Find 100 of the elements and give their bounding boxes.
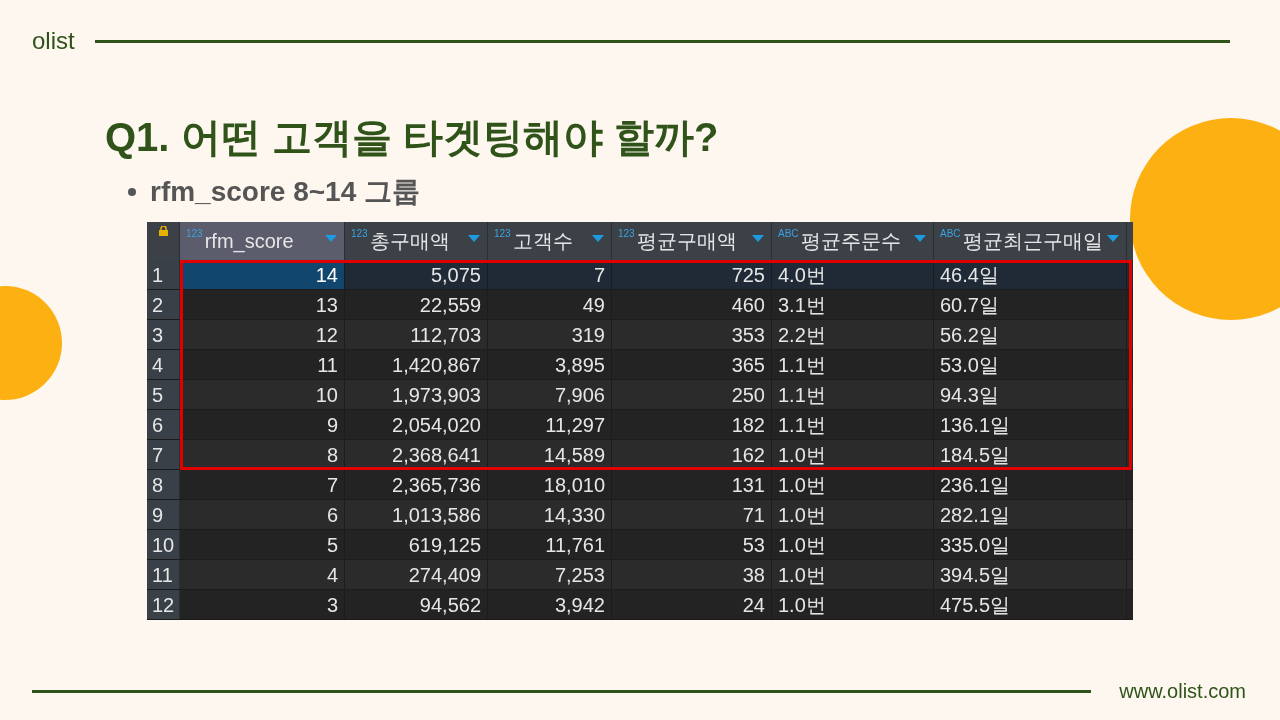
slide-title: Q1. 어떤 고객을 타겟팅해야 할까? — [105, 114, 720, 161]
table-cell: 3,895 — [488, 350, 612, 379]
table-cell: 7,906 — [488, 380, 612, 409]
table-cell: 619,125 — [345, 530, 488, 559]
row-number[interactable]: 5 — [147, 380, 180, 409]
table-cell: 2,054,020 — [345, 410, 488, 439]
table-cell: 7 — [180, 470, 345, 499]
table-cell: 1.0번 — [772, 590, 934, 619]
table-cell: 394.5일 — [934, 560, 1127, 589]
table-cell: 460 — [612, 290, 772, 319]
table-cell: 53 — [612, 530, 772, 559]
row-number[interactable]: 7 — [147, 440, 180, 469]
type-label: 123 — [351, 227, 368, 241]
bullet-text: rfm_score 8~14 그룹 — [150, 175, 421, 209]
table-cell: 71 — [612, 500, 772, 529]
table-cell: 14,330 — [488, 500, 612, 529]
table-cell: 1,420,867 — [345, 350, 488, 379]
table-cell: 12 — [180, 320, 345, 349]
table-cell: 53.0일 — [934, 350, 1127, 379]
table-cell: 8 — [180, 440, 345, 469]
table-cell: 13 — [180, 290, 345, 319]
row-number[interactable]: 8 — [147, 470, 180, 499]
table-cell: 9 — [180, 410, 345, 439]
type-label: ABC — [940, 227, 961, 241]
row-number[interactable]: 11 — [147, 560, 180, 589]
column-label: 총구매액 — [369, 229, 450, 254]
table-cell: 1.0번 — [772, 530, 934, 559]
table-cell: 24 — [612, 590, 772, 619]
bullet-icon — [128, 188, 136, 196]
table-cell: 184.5일 — [934, 440, 1127, 469]
table-cell: 6 — [180, 500, 345, 529]
table-cell: 475.5일 — [934, 590, 1127, 619]
row-number[interactable]: 10 — [147, 530, 180, 559]
table-cell: 2,368,641 — [345, 440, 488, 469]
table-cell: 1.0번 — [772, 500, 934, 529]
table-cell: 182 — [612, 410, 772, 439]
table-cell: 335.0일 — [934, 530, 1127, 559]
column-label: rfm_score — [204, 229, 294, 255]
table-cell: 4.0번 — [772, 260, 934, 289]
table-cell: 5 — [180, 530, 345, 559]
table-cell: 1.0번 — [772, 560, 934, 589]
table-cell: 94.3일 — [934, 380, 1127, 409]
table-cell: 725 — [612, 260, 772, 289]
type-label: ABC — [778, 227, 799, 241]
row-number[interactable]: 4 — [147, 350, 180, 379]
table-cell: 3,942 — [488, 590, 612, 619]
table-cell: 136.1일 — [934, 410, 1127, 439]
table-cell: 282.1일 — [934, 500, 1127, 529]
table-cell: 112,703 — [345, 320, 488, 349]
table-cell: 2.2번 — [772, 320, 934, 349]
table-cell: 5,075 — [345, 260, 488, 289]
table-cell: 7,253 — [488, 560, 612, 589]
type-label: 123 — [494, 227, 511, 241]
table-cell: 1.0번 — [772, 470, 934, 499]
sort-dropdown-icon[interactable] — [468, 235, 480, 242]
table-cell: 56.2일 — [934, 320, 1127, 349]
website-url: www.olist.com — [1119, 679, 1246, 704]
table-cell: 1.1번 — [772, 350, 934, 379]
type-label: 123 — [618, 227, 635, 241]
table-cell: 3.1번 — [772, 290, 934, 319]
sort-dropdown-icon[interactable] — [1107, 235, 1119, 242]
table-cell: 274,409 — [345, 560, 488, 589]
table-cell: 4 — [180, 560, 345, 589]
lock-icon — [158, 226, 168, 236]
column-label: 고객수 — [512, 229, 573, 254]
sort-dropdown-icon[interactable] — [325, 235, 337, 242]
table-cell: 1.1번 — [772, 380, 934, 409]
column-label: 평균구매액 — [636, 229, 737, 254]
row-number[interactable]: 6 — [147, 410, 180, 439]
sort-dropdown-icon[interactable] — [752, 235, 764, 242]
table-cell: 11,761 — [488, 530, 612, 559]
table-cell: 18,010 — [488, 470, 612, 499]
table-cell: 353 — [612, 320, 772, 349]
table-cell: 236.1일 — [934, 470, 1127, 499]
table-cell: 319 — [488, 320, 612, 349]
column-label: 평균주문수 — [800, 229, 901, 254]
sort-dropdown-icon[interactable] — [914, 235, 926, 242]
table-cell: 1,013,586 — [345, 500, 488, 529]
row-number[interactable]: 9 — [147, 500, 180, 529]
table-cell: 365 — [612, 350, 772, 379]
table-cell: 11 — [180, 350, 345, 379]
row-number[interactable]: 2 — [147, 290, 180, 319]
brand-name: olist — [32, 26, 75, 56]
table-cell: 10 — [180, 380, 345, 409]
table-cell: 131 — [612, 470, 772, 499]
table-cell: 1.1번 — [772, 410, 934, 439]
table-cell: 60.7일 — [934, 290, 1127, 319]
row-number[interactable]: 3 — [147, 320, 180, 349]
row-number[interactable]: 12 — [147, 590, 180, 619]
table-cell: 2,365,736 — [345, 470, 488, 499]
type-label: 123 — [186, 227, 203, 241]
table-cell: 22,559 — [345, 290, 488, 319]
table-cell: 14,589 — [488, 440, 612, 469]
table-cell: 49 — [488, 290, 612, 319]
sort-dropdown-icon[interactable] — [592, 235, 604, 242]
table-cell: 46.4일 — [934, 260, 1127, 289]
table-cell: 11,297 — [488, 410, 612, 439]
row-number[interactable]: 1 — [147, 260, 180, 289]
table-cell: 250 — [612, 380, 772, 409]
table-cell: 7 — [488, 260, 612, 289]
